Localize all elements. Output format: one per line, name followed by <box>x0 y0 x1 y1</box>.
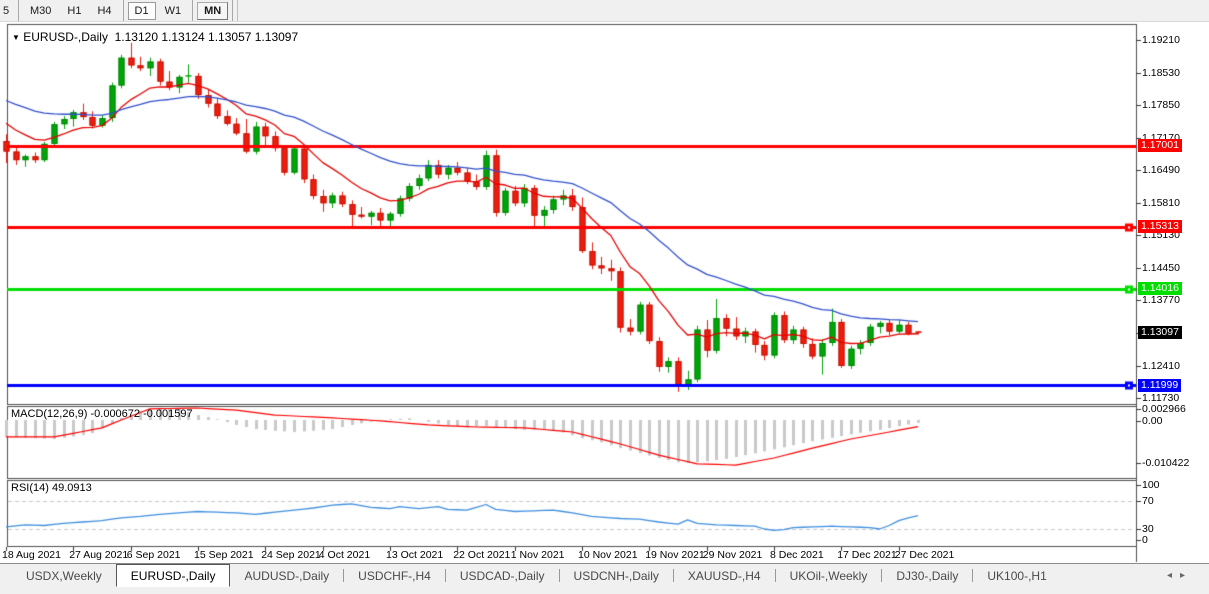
timeframe-button-mn[interactable]: MN <box>197 1 229 20</box>
date-axis-label: 24 Sep 2021 <box>261 549 321 561</box>
chart-canvas[interactable] <box>0 0 1209 594</box>
date-axis-label: 27 Aug 2021 <box>69 549 129 561</box>
macd-name: MACD(12,26,9) <box>11 408 88 420</box>
rsi-value: 49.0913 <box>51 482 92 494</box>
date-axis-label: 19 Nov 2021 <box>645 549 705 561</box>
price-axis-label: 1.14450 <box>1142 261 1180 274</box>
toolbar-separator <box>122 0 124 21</box>
timeframe-toolbar: 5 M30 H1 H4 D1 W1 MN <box>0 0 1209 22</box>
chart-tab-xauusd-h4[interactable]: XAUUSD-,H4 <box>674 564 775 587</box>
timeframe-button-h4[interactable]: H4 <box>90 2 118 20</box>
price-axis-label: 1.12410 <box>1142 359 1180 372</box>
rsi-axis-label: 100 <box>1142 479 1160 491</box>
date-axis-label: 27 Dec 2021 <box>894 549 955 561</box>
timeframe-button-h1[interactable]: H1 <box>60 2 88 20</box>
date-axis-label: 10 Nov 2021 <box>578 549 638 561</box>
chart-tab-usdcad-daily[interactable]: USDCAD-,Daily <box>446 564 559 587</box>
chart-tab-audusd-daily[interactable]: AUDUSD-,Daily <box>230 564 343 587</box>
macd-indicator-label: MACD(12,26,9) -0.000672 -0.001597 <box>11 408 193 420</box>
chart-tab-bar: USDX,Weekly EURUSD-,Daily AUDUSD-,Daily USD… <box>0 564 1209 594</box>
toolbar-separator <box>237 0 239 21</box>
chart-tab-ukoil-weekly[interactable]: UKOil-,Weekly <box>776 564 882 587</box>
date-axis-label: 15 Sep 2021 <box>194 549 254 561</box>
chart-dropdown-icon[interactable]: ▼ <box>12 33 20 42</box>
macd-axis-label: -0.010422 <box>1142 457 1190 469</box>
price-axis-label: 1.19210 <box>1142 34 1180 46</box>
timeframe-button-d1[interactable]: D1 <box>127 1 156 20</box>
toolbar-separator <box>192 0 194 21</box>
macd-axis-label: 0.00 <box>1142 414 1163 427</box>
chart-tab-usdcnh-daily[interactable]: USDCNH-,Daily <box>560 564 673 587</box>
rsi-name: RSI(14) <box>11 482 49 494</box>
date-axis-label: 1 Nov 2021 <box>510 549 565 561</box>
price-axis-label: 1.15810 <box>1142 196 1180 209</box>
chart-tab-dj30-daily[interactable]: DJ30-,Daily <box>882 564 972 587</box>
price-level-badge: 1.15313 <box>1138 220 1182 234</box>
date-axis-label: 29 Nov 2021 <box>702 549 763 561</box>
date-axis-label: 18 Aug 2021 <box>2 549 61 561</box>
chart-symbol-label: EURUSD-,Daily <box>23 30 108 44</box>
chart-tab-eurusd-daily[interactable]: EURUSD-,Daily <box>115 564 231 587</box>
chart-title: ▼ EURUSD-,Daily 1.13120 1.13124 1.13057 … <box>12 30 298 44</box>
price-level-badge: 1.17001 <box>1138 139 1182 153</box>
price-axis-label: 1.17850 <box>1142 99 1180 112</box>
timeframe-button-w1[interactable]: W1 <box>158 2 189 20</box>
chart-tab-usdchf-h4[interactable]: USDCHF-,H4 <box>344 564 445 587</box>
trading-terminal-window: 5 M30 H1 H4 D1 W1 MN ▼ EURUSD-,Daily 1.13120 1… <box>0 0 1209 594</box>
date-axis-label: 6 Sep 2021 <box>126 549 181 561</box>
rsi-axis-label: 70 <box>1142 495 1154 507</box>
date-axis-label: 17 Dec 2021 <box>837 549 897 561</box>
tab-scroll-left-icon[interactable]: ◂ <box>1167 570 1180 581</box>
tab-scroll-right-icon[interactable]: ▸ <box>1180 570 1193 581</box>
macd-axis-label: 0.002966 <box>1142 403 1186 415</box>
macd-value-signal: -0.001597 <box>143 408 193 420</box>
price-axis-label: 1.16490 <box>1142 164 1180 177</box>
toolbar-separator <box>232 0 234 21</box>
date-axis-label: 13 Oct 2021 <box>386 549 444 561</box>
date-axis-label: 22 Oct 2021 <box>453 549 511 561</box>
bid-price-badge: 1.13097 <box>1138 326 1182 340</box>
chart-ohlc-values: 1.13120 1.13124 1.13057 1.13097 <box>114 30 299 44</box>
rsi-axis-label: 0 <box>1142 534 1148 546</box>
chart-tab-usdx-weekly[interactable]: USDX,Weekly <box>12 564 116 587</box>
timeframe-button-m30[interactable]: M30 <box>23 2 58 20</box>
price-level-badge: 1.14016 <box>1138 282 1182 296</box>
price-level-badge: 1.11999 <box>1138 378 1182 392</box>
price-axis-label: 1.18530 <box>1142 66 1180 79</box>
toolbar-separator <box>18 0 19 21</box>
macd-value-main: -0.000672 <box>90 408 141 420</box>
timeframe-button-5[interactable]: 5 <box>1 2 14 20</box>
chart-tab-uk100-h1[interactable]: UK100-,H1 <box>973 564 1060 587</box>
rsi-indicator-label: RSI(14) 49.0913 <box>11 482 92 494</box>
tab-scroll-arrows[interactable]: ◂▸ <box>1167 570 1193 581</box>
date-axis-label: 4 Oct 2021 <box>318 549 371 561</box>
date-axis-label: 8 Dec 2021 <box>770 549 824 561</box>
price-axis-label: 1.13770 <box>1142 294 1180 307</box>
